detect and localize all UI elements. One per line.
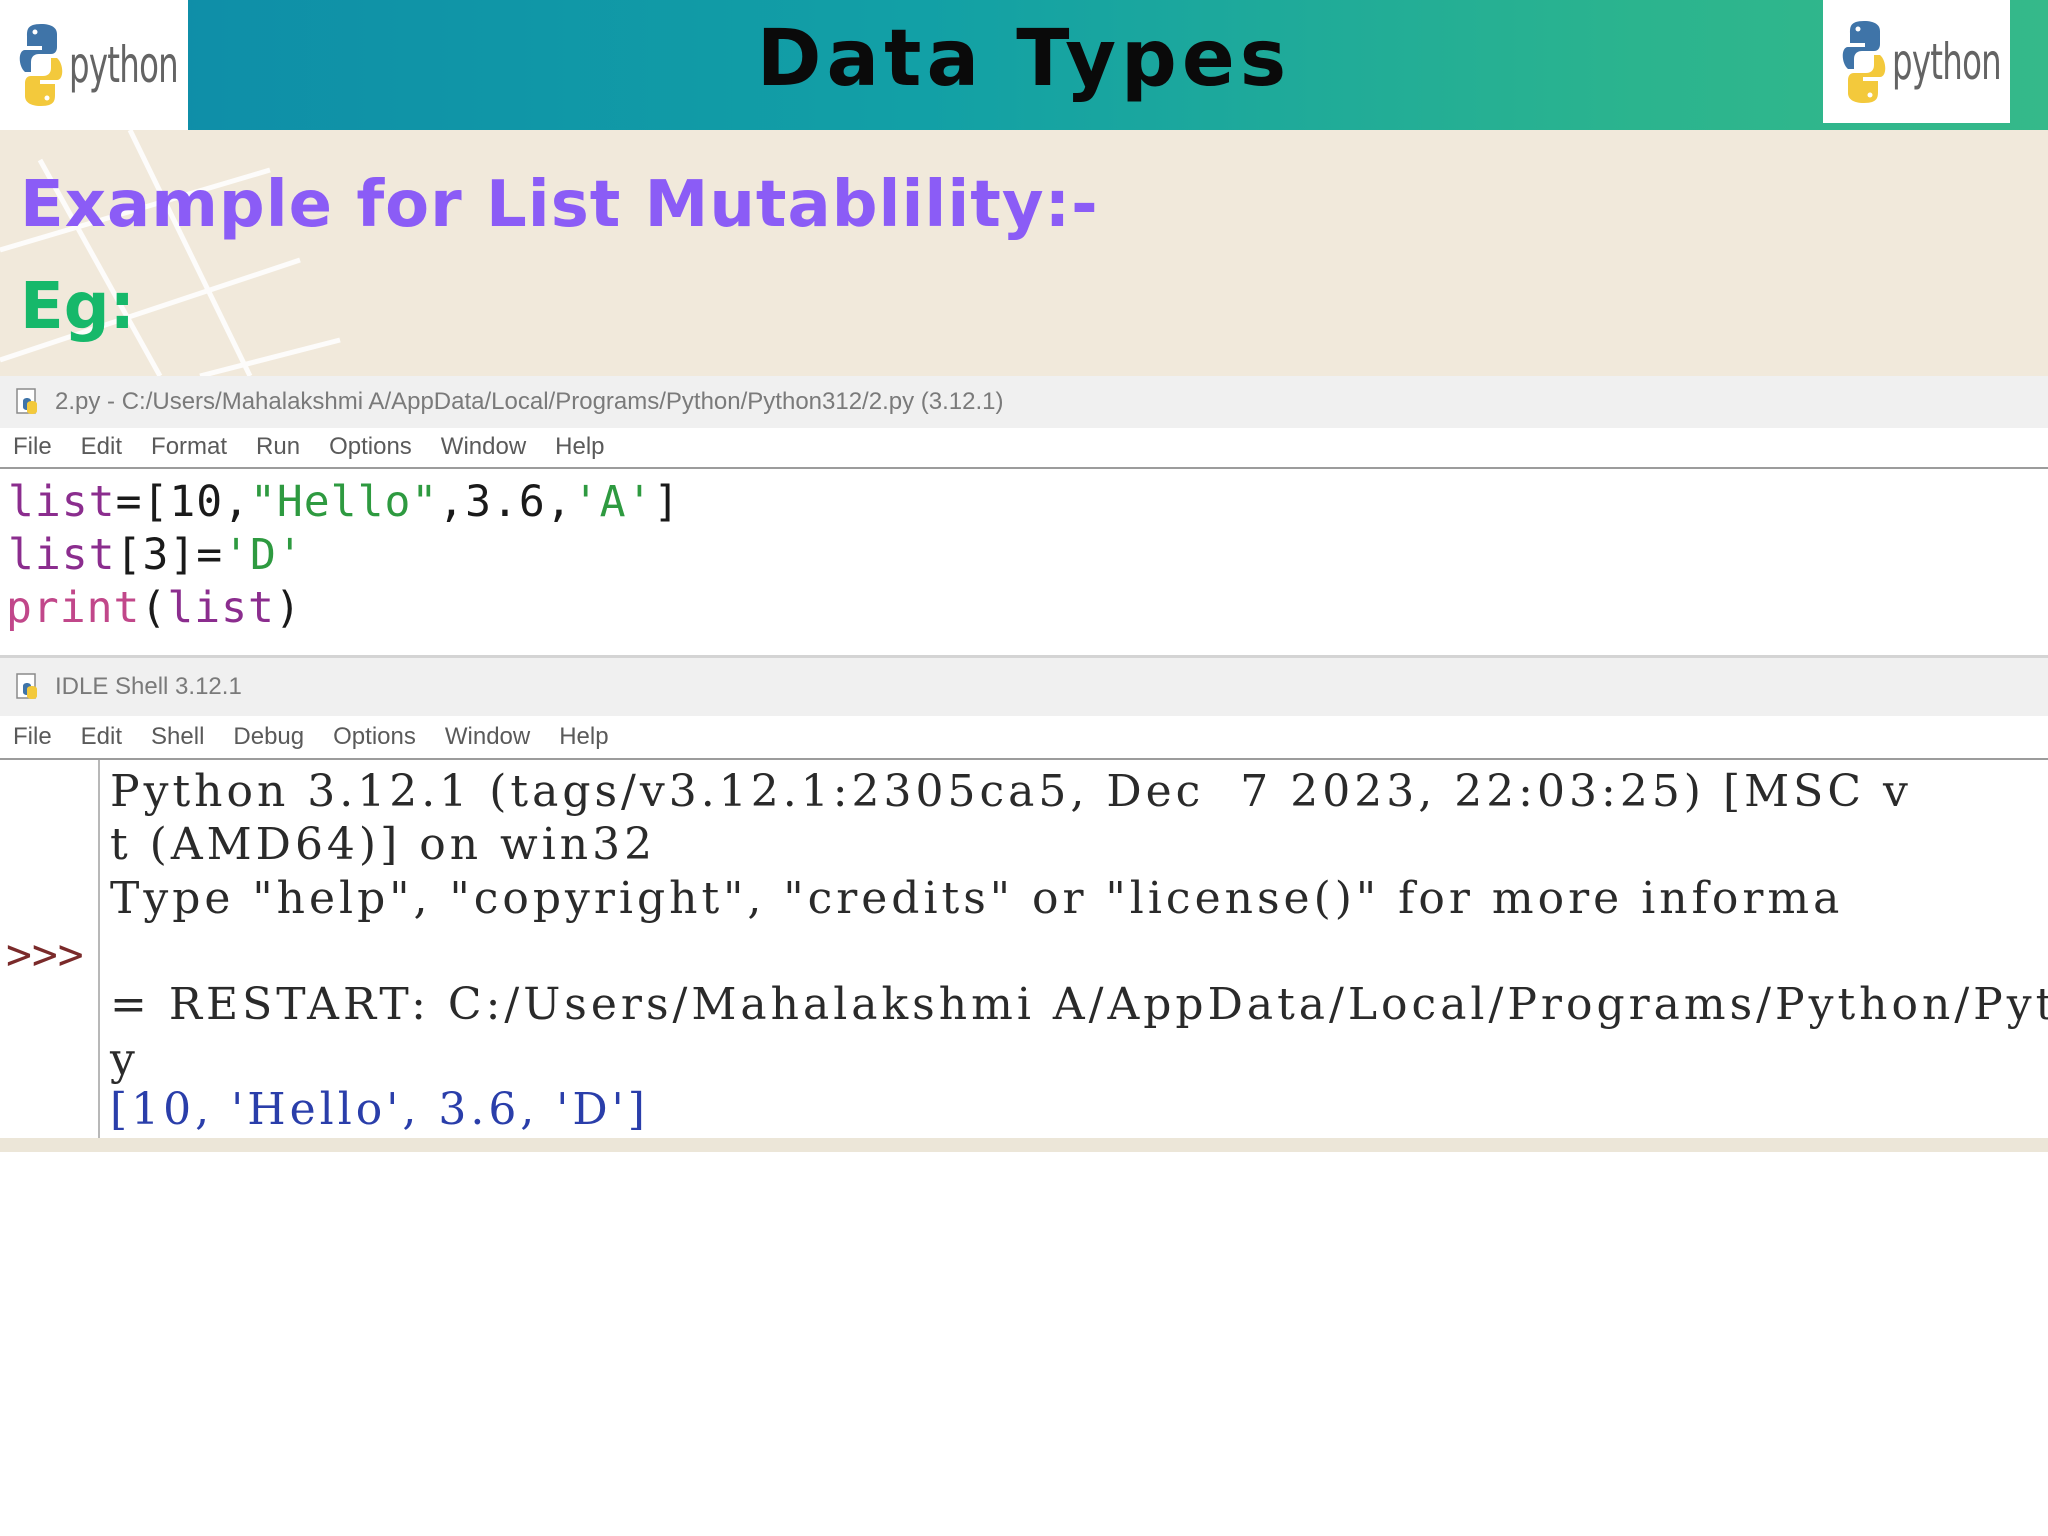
slide-header: python Data Types python: [0, 0, 2048, 130]
shell-titlebar[interactable]: IDLE Shell 3.12.1: [0, 658, 2048, 716]
code-line-3: print(list): [6, 587, 302, 630]
menu-options[interactable]: Options: [333, 723, 416, 751]
editor-titlebar[interactable]: 2.py - C:/Users/Mahalakshmi A/AppData/Lo…: [0, 376, 2048, 428]
menu-help[interactable]: Help: [559, 723, 608, 751]
slide-subtitle: Example for List Mutablility:-: [20, 168, 1099, 242]
code-token: ): [274, 583, 302, 633]
shell-line: Python 3.12.1 (tags/v3.12.1:2305ca5, Dec…: [110, 766, 1912, 817]
idle-file-icon: [16, 388, 37, 414]
menu-window[interactable]: Window: [445, 723, 530, 751]
code-line-2: list[3]='D': [8, 534, 304, 577]
menu-file[interactable]: File: [13, 723, 52, 751]
python-logo-text: python: [1891, 32, 2002, 91]
code-builtin: print: [6, 583, 141, 633]
code-token: list: [167, 583, 275, 633]
editor-window-title: 2.py - C:/Users/Mahalakshmi A/AppData/Lo…: [55, 388, 1004, 415]
editor-menubar: File Edit Format Run Options Window Help: [0, 428, 2048, 466]
code-token: ]: [653, 477, 681, 527]
menu-shell[interactable]: Shell: [151, 723, 204, 751]
shell-menubar: File Edit Shell Debug Options Window Hel…: [0, 716, 2048, 758]
menu-debug[interactable]: Debug: [233, 723, 304, 751]
code-token: [3]=: [115, 530, 224, 580]
shell-program-output: [10, 'Hello', 3.6, 'D']: [110, 1084, 649, 1135]
shell-line: = RESTART: C:/Users/Mahalakshmi A/AppDat…: [110, 979, 2048, 1030]
shell-line: Type "help", "copyright", "credits" or "…: [110, 873, 1844, 924]
python-snake-icon: [1842, 20, 1885, 103]
shell-line: y: [110, 1034, 139, 1085]
menu-options[interactable]: Options: [329, 433, 412, 461]
shell-window-title: IDLE Shell 3.12.1: [55, 673, 242, 700]
code-token: ,3.6,: [438, 477, 573, 527]
shell-line: t (AMD64)] on win32: [110, 819, 657, 870]
code-token: (: [140, 583, 168, 633]
shell-prompt-gutter: >>>: [0, 760, 100, 1140]
menu-help[interactable]: Help: [555, 433, 604, 461]
code-editor[interactable]: list=[10,"Hello",3.6,'A'] list[3]='D' pr…: [0, 467, 2048, 657]
code-line-1: list=[10,"Hello",3.6,'A']: [8, 481, 680, 524]
code-token: =[10,: [115, 477, 251, 527]
code-token: list: [8, 530, 116, 580]
slide-bottom-strip: [0, 1138, 2048, 1152]
code-string: "Hello": [250, 477, 439, 527]
menu-window[interactable]: Window: [441, 433, 526, 461]
python-logo-right: python: [1823, 0, 2010, 123]
code-string: 'A': [572, 477, 654, 527]
idle-shell-icon: [16, 673, 37, 699]
shell-output-area[interactable]: >>> Python 3.12.1 (tags/v3.12.1:2305ca5,…: [0, 758, 2048, 1140]
eg-label: Eg:: [20, 270, 136, 344]
menu-run[interactable]: Run: [256, 433, 300, 461]
slide-content-band: Example for List Mutablility:- Eg:: [0, 130, 2048, 376]
page-title: Data Types: [756, 14, 1292, 104]
code-string: 'D': [223, 530, 304, 580]
menu-file[interactable]: File: [13, 433, 52, 461]
shell-prompt: >>>: [6, 930, 84, 980]
menu-format[interactable]: Format: [151, 433, 227, 461]
menu-edit[interactable]: Edit: [81, 433, 122, 461]
menu-edit[interactable]: Edit: [81, 723, 122, 751]
code-token: list: [8, 477, 116, 527]
